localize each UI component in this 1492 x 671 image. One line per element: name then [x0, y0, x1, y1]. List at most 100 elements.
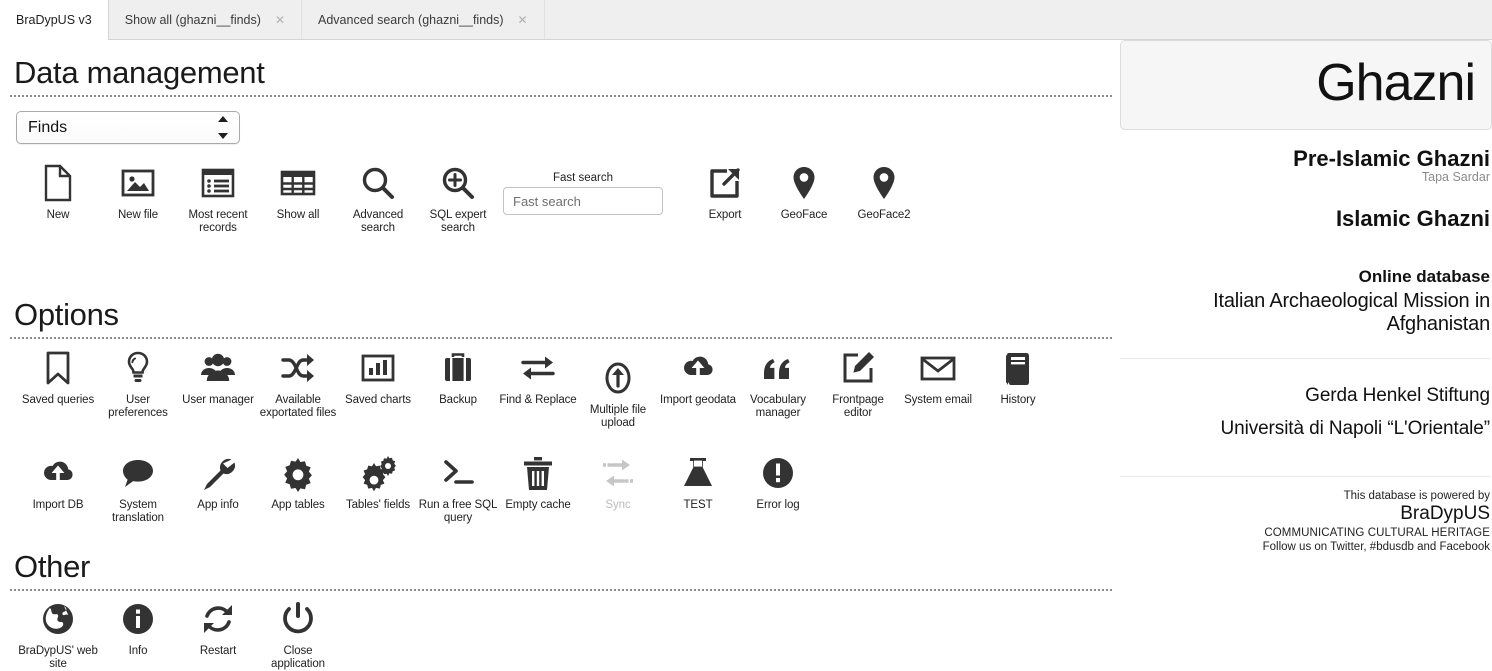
section-title-data-management: Data management	[14, 55, 265, 90]
search-input[interactable]	[503, 187, 663, 216]
tool-new-file[interactable]: New file	[98, 162, 178, 222]
speech-bubble-icon	[98, 452, 178, 494]
tool-sql-expert-search[interactable]: SQL expert search	[418, 162, 498, 235]
tool-geoface[interactable]: GeoFace	[764, 162, 844, 222]
section-divider	[10, 589, 1112, 592]
gears-icon	[338, 452, 418, 494]
export-arrow-icon	[685, 162, 765, 204]
section-divider	[10, 95, 1112, 98]
tool-user-manager[interactable]: User manager	[178, 347, 258, 407]
tool-label: History	[1000, 394, 1036, 406]
fast-search-label: Fast search	[552, 172, 614, 185]
tool-close-application[interactable]: Close application	[258, 598, 338, 671]
tool-run-a-free-sql-query[interactable]: Run a free SQL query	[418, 452, 498, 525]
tool-app-info[interactable]: App info	[178, 452, 258, 512]
tool-import-geodata[interactable]: Import geodata	[658, 347, 738, 407]
error-exclamation-icon	[738, 452, 818, 494]
main-content: Data management Finds New New file Most re…	[0, 40, 1112, 670]
close-icon[interactable]: ✕	[275, 14, 285, 26]
tool-label: Tables' fields	[345, 499, 411, 511]
islamic-heading: Islamic Ghazni	[1335, 206, 1490, 232]
tool-vocabulary-manager[interactable]: Vocabulary manager	[738, 347, 818, 420]
tool-label: GeoFace2	[857, 209, 911, 222]
cloud-upload-icon	[658, 347, 738, 389]
tool-label: Backup	[439, 394, 477, 406]
magnifier-plus-icon	[418, 162, 498, 204]
map-pin-icon	[844, 162, 924, 204]
tool-export[interactable]: Export	[685, 162, 765, 222]
magnifier-icon	[338, 162, 418, 204]
section-title-other: Other	[14, 549, 91, 584]
briefcase-icon	[418, 347, 498, 389]
tool-label: Saved queries	[21, 394, 95, 406]
tab-bar: BraDypUS v3 Show all (ghazni__finds) ✕ A…	[0, 0, 1492, 40]
tab-bradypus-v3[interactable]: BraDypUS v3	[0, 0, 109, 40]
follow-us-text: Follow us on Twitter, #bdusdb and Facebo…	[1262, 541, 1490, 554]
table-select[interactable]: Finds	[16, 111, 240, 145]
tool-new[interactable]: New	[18, 162, 98, 222]
tool-error-log[interactable]: Error log	[738, 452, 818, 512]
tool-import-db[interactable]: Import DB	[18, 452, 98, 512]
tab-show-all[interactable]: Show all (ghazni__finds) ✕	[109, 0, 302, 39]
info-circle-icon	[98, 598, 178, 640]
tool-app-tables[interactable]: App tables	[258, 452, 338, 512]
gear-icon	[258, 452, 338, 494]
tool-label: User manager	[182, 394, 254, 406]
brand-title: Ghazni	[1316, 54, 1476, 112]
tagline: COMMUNICATING CULTURAL HERITAGE	[1264, 527, 1490, 540]
tool-label: User preferences	[108, 394, 168, 419]
map-pin-icon	[764, 162, 844, 204]
page-body: Data management Finds New New file Most re…	[0, 40, 1492, 670]
tool-tables-fields[interactable]: Tables' fields	[338, 452, 418, 512]
tool-available-exportated-files[interactable]: Available exportated files	[258, 347, 338, 420]
close-icon[interactable]: ✕	[518, 14, 528, 26]
users-group-icon	[178, 347, 258, 389]
section-title-options: Options	[14, 297, 119, 332]
exchange-arrows-icon	[498, 347, 578, 389]
tool-info[interactable]: Info	[98, 598, 178, 658]
tool-system-translation[interactable]: System translation	[98, 452, 178, 525]
tool-label: Import DB	[32, 499, 84, 511]
tool-multiple-file-upload[interactable]: Multiple file upload	[578, 357, 658, 430]
tool-user-preferences[interactable]: User preferences	[98, 347, 178, 420]
tool-label: Info	[128, 645, 148, 657]
tool-label: Vocabulary manager	[750, 394, 806, 419]
tab-label: Show all (ghazni__finds)	[124, 12, 261, 27]
new-file-image-icon	[98, 162, 178, 204]
tool-frontpage-editor[interactable]: Frontpage editor	[818, 347, 898, 420]
lightbulb-icon	[98, 347, 178, 389]
tool-geoface2[interactable]: GeoFace2	[844, 162, 924, 222]
edit-pencil-square-icon	[818, 347, 898, 389]
trash-can-icon	[498, 452, 578, 494]
tool-label: App tables	[271, 499, 325, 511]
tool-label: Frontpage editor	[832, 394, 884, 419]
tool-test[interactable]: TEST	[658, 452, 738, 512]
bookmark-icon	[18, 347, 98, 389]
upload-circle-icon	[578, 357, 658, 399]
tool-label: GeoFace	[780, 209, 828, 222]
tool-bradypus-web-site[interactable]: BraDypUS' web site	[18, 598, 98, 671]
quote-marks-icon	[738, 347, 818, 389]
tool-label: Show all	[276, 209, 320, 222]
tool-label: App info	[197, 499, 239, 511]
tool-history[interactable]: History	[978, 347, 1058, 407]
envelope-icon	[898, 347, 978, 389]
tool-system-email[interactable]: System email	[898, 347, 978, 407]
power-icon	[258, 598, 338, 640]
tool-backup[interactable]: Backup	[418, 347, 498, 407]
tool-most-recent-records[interactable]: Most recent records	[178, 162, 258, 235]
tool-saved-queries[interactable]: Saved queries	[18, 347, 98, 407]
pre-islamic-subtitle: Tapa Sardar	[1421, 170, 1490, 185]
tab-advanced-search[interactable]: Advanced search (ghazni__finds) ✕	[302, 0, 545, 39]
tool-show-all[interactable]: Show all	[258, 162, 338, 222]
tool-label: System email	[904, 394, 972, 406]
tool-find-replace[interactable]: Find & Replace	[498, 347, 578, 407]
tool-label: SQL expert search	[429, 209, 487, 235]
cloud-upload-icon	[18, 452, 98, 494]
tool-advanced-search[interactable]: Advanced search	[338, 162, 418, 235]
globe-icon	[18, 598, 98, 640]
tool-label: New file	[117, 209, 159, 222]
tool-saved-charts[interactable]: Saved charts	[338, 347, 418, 407]
tool-restart[interactable]: Restart	[178, 598, 258, 658]
tool-empty-cache[interactable]: Empty cache	[498, 452, 578, 512]
